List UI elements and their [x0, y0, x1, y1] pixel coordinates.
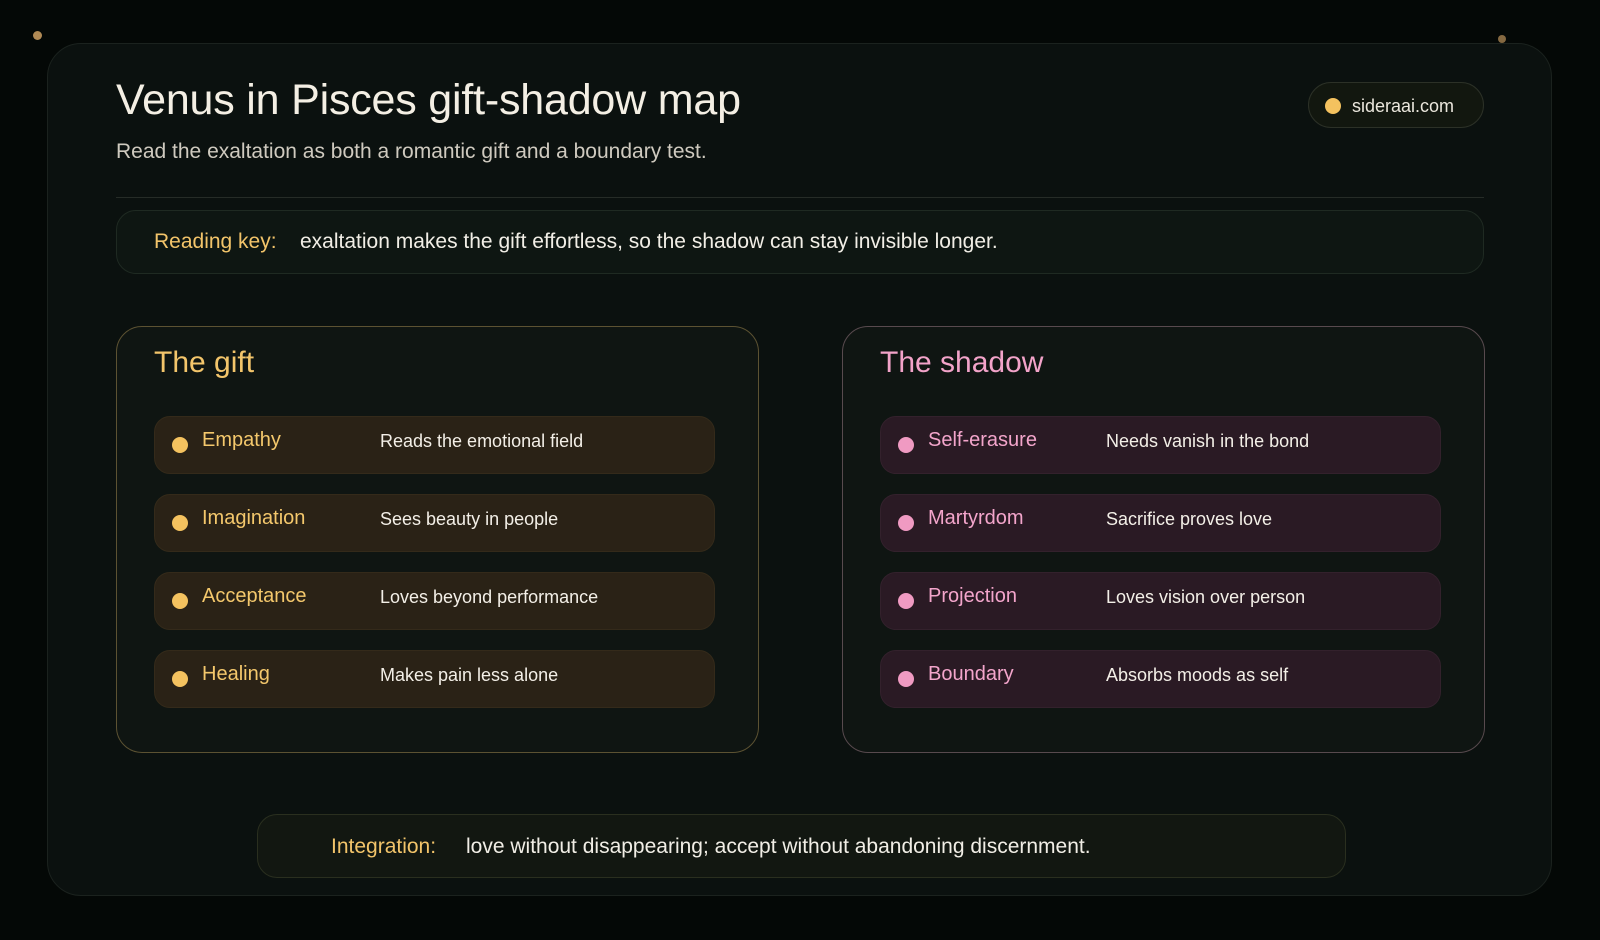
header-divider	[116, 197, 1484, 198]
main-card: Venus in Pisces gift-shadow map Read the…	[47, 43, 1552, 896]
shadow-item: Projection Loves vision over person	[880, 572, 1441, 630]
gift-bullet-icon	[172, 671, 188, 687]
page-subtitle: Read the exaltation as both a romantic g…	[116, 140, 707, 163]
gift-item: Acceptance Loves beyond performance	[154, 572, 715, 630]
brand-label: sideraai.com	[1352, 96, 1455, 116]
shadow-item-desc: Loves vision over person	[1106, 587, 1306, 607]
gift-item-desc: Loves beyond performance	[380, 587, 599, 607]
gift-item-name: Acceptance	[202, 585, 307, 607]
gift-item: Healing Makes pain less alone	[154, 650, 715, 708]
gift-item-name: Healing	[202, 663, 270, 685]
decorative-star	[33, 31, 42, 40]
shadow-bullet-icon	[898, 593, 914, 609]
integration-text: love without disappearing; accept withou…	[466, 835, 1091, 858]
shadow-panel-title: The shadow	[880, 346, 1044, 379]
gift-item-desc: Reads the emotional field	[380, 431, 584, 451]
gift-bullet-icon	[172, 437, 188, 453]
shadow-item: Martyrdom Sacrifice proves love	[880, 494, 1441, 552]
shadow-item-name: Boundary	[928, 663, 1014, 685]
gift-item-name: Imagination	[202, 507, 306, 529]
shadow-item-name: Projection	[928, 585, 1017, 607]
shadow-item-name: Self-erasure	[928, 429, 1037, 451]
reading-key-text: exaltation makes the gift effortless, so…	[300, 230, 998, 253]
shadow-item-desc: Absorbs moods as self	[1106, 665, 1289, 685]
gift-bullet-icon	[172, 593, 188, 609]
page-title: Venus in Pisces gift-shadow map	[116, 76, 741, 124]
gift-item-desc: Sees beauty in people	[380, 509, 559, 529]
shadow-bullet-icon	[898, 671, 914, 687]
reading-key-bar: Reading key: exaltation makes the gift e…	[116, 210, 1484, 274]
gift-item: Imagination Sees beauty in people	[154, 494, 715, 552]
brand-dot-icon	[1325, 98, 1341, 114]
shadow-bullet-icon	[898, 515, 914, 531]
gift-item: Empathy Reads the emotional field	[154, 416, 715, 474]
gift-bullet-icon	[172, 515, 188, 531]
decorative-star	[1498, 35, 1506, 43]
gift-item-desc: Makes pain less alone	[380, 665, 559, 685]
shadow-item: Self-erasure Needs vanish in the bond	[880, 416, 1441, 474]
brand-badge[interactable]: sideraai.com	[1308, 82, 1484, 128]
shadow-panel: The shadow Self-erasure Needs vanish in …	[842, 326, 1485, 753]
shadow-item: Boundary Absorbs moods as self	[880, 650, 1441, 708]
gift-item-name: Empathy	[202, 429, 281, 451]
shadow-item-desc: Needs vanish in the bond	[1106, 431, 1310, 451]
reading-key-label: Reading key:	[154, 230, 277, 253]
shadow-item-desc: Sacrifice proves love	[1106, 509, 1273, 529]
gift-panel: The gift Empathy Reads the emotional fie…	[116, 326, 759, 753]
shadow-bullet-icon	[898, 437, 914, 453]
integration-label: Integration:	[331, 835, 437, 858]
shadow-item-name: Martyrdom	[928, 507, 1024, 529]
integration-bar: Integration: love without disappearing; …	[257, 814, 1346, 878]
gift-panel-title: The gift	[154, 346, 255, 379]
